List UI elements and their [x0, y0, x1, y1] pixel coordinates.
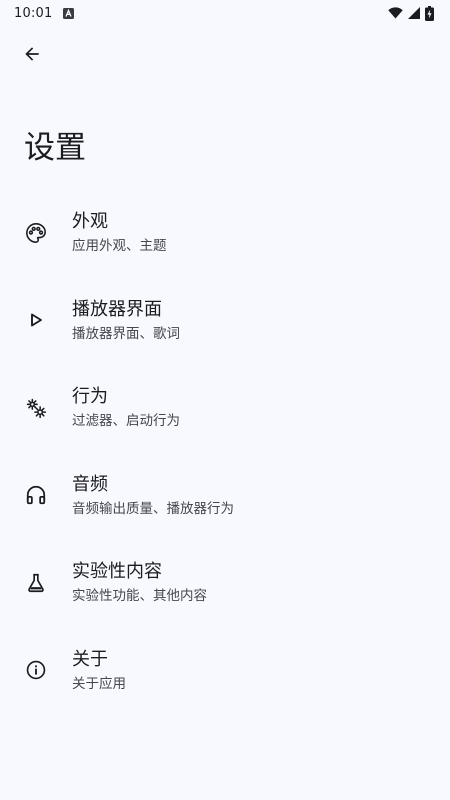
- arrow-back-icon: [22, 44, 42, 68]
- settings-list: 外观 应用外观、主题 播放器界面 播放器界面、歌词 行为 过滤器、启动行为 音频…: [0, 189, 450, 714]
- settings-item-about[interactable]: 关于 关于应用: [0, 627, 450, 715]
- settings-item-subtitle: 音频输出质量、播放器行为: [72, 500, 234, 517]
- settings-item-subtitle: 关于应用: [72, 675, 126, 692]
- a-letter-icon: [62, 7, 74, 19]
- settings-item-text: 关于 关于应用: [72, 647, 126, 694]
- settings-item-title: 关于: [72, 648, 108, 670]
- settings-item-title: 外观: [72, 211, 108, 233]
- settings-item-behavior[interactable]: 行为 过滤器、启动行为: [0, 364, 450, 452]
- play-outline-icon: [24, 308, 48, 332]
- settings-item-appearance[interactable]: 外观 应用外观、主题: [0, 189, 450, 277]
- wifi-icon: [388, 7, 403, 19]
- status-icons: [388, 5, 434, 21]
- settings-item-text: 播放器界面 播放器界面、歌词: [72, 297, 180, 344]
- page-title: 设置: [24, 130, 86, 166]
- settings-item-title: 播放器界面: [72, 298, 162, 320]
- settings-item-title: 行为: [72, 386, 108, 408]
- settings-item-subtitle: 实验性功能、其他内容: [72, 588, 207, 605]
- flask-icon: [24, 571, 48, 595]
- settings-item-text: 实验性内容 实验性功能、其他内容: [72, 559, 207, 606]
- settings-item-text: 行为 过滤器、启动行为: [72, 384, 180, 431]
- settings-item-player-ui[interactable]: 播放器界面 播放器界面、歌词: [0, 277, 450, 365]
- settings-item-subtitle: 应用外观、主题: [72, 238, 167, 255]
- status-time: 10:01: [14, 5, 53, 21]
- status-bar: 10:01: [0, 0, 450, 26]
- info-icon: [24, 658, 48, 682]
- settings-item-experimental[interactable]: 实验性内容 实验性功能、其他内容: [0, 539, 450, 627]
- settings-item-text: 外观 应用外观、主题: [72, 209, 167, 256]
- battery-charging-icon: [425, 5, 434, 21]
- settings-item-title: 音频: [72, 473, 108, 495]
- headphones-icon: [24, 483, 48, 507]
- palette-icon: [24, 221, 48, 245]
- settings-item-subtitle: 播放器界面、歌词: [72, 325, 180, 342]
- settings-item-title: 实验性内容: [72, 561, 162, 583]
- navigation-bar-area: [0, 788, 450, 800]
- settings-item-text: 音频 音频输出质量、播放器行为: [72, 472, 234, 519]
- settings-item-subtitle: 过滤器、启动行为: [72, 413, 180, 430]
- gears-icon: [24, 396, 48, 420]
- settings-item-audio[interactable]: 音频 音频输出质量、播放器行为: [0, 452, 450, 540]
- signal-icon: [408, 7, 420, 19]
- back-button[interactable]: [14, 38, 50, 74]
